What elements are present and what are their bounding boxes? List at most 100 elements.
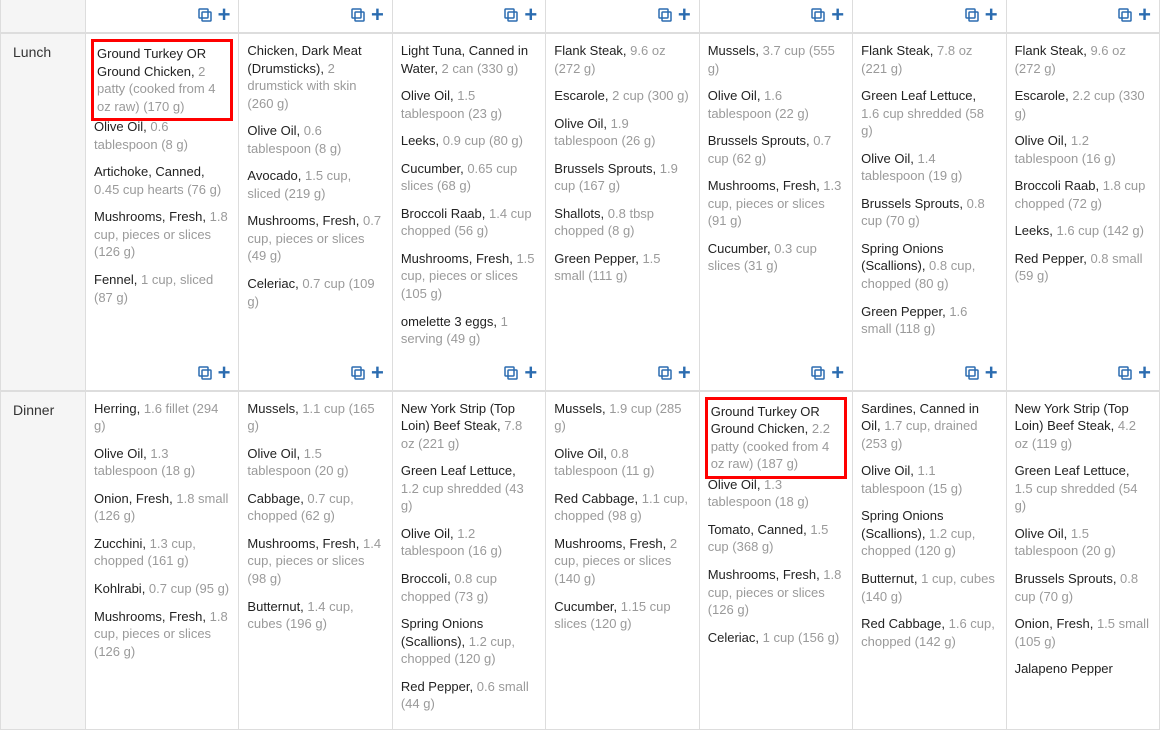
food-item[interactable]: Zucchini, 1.3 cup, chopped (161 g) — [94, 535, 230, 570]
food-item[interactable]: Broccoli, 0.8 cup chopped (73 g) — [401, 570, 537, 605]
plus-icon[interactable]: + — [371, 362, 384, 384]
food-item[interactable]: Olive Oil, 1.3 tablespoon (18 g) — [708, 476, 844, 511]
food-item[interactable]: Brussels Sprouts, 0.8 cup (70 g) — [1015, 570, 1151, 605]
plus-icon[interactable]: + — [524, 4, 537, 26]
food-item[interactable]: Shallots, 0.8 tbsp chopped (8 g) — [554, 205, 690, 240]
copy-icon[interactable] — [963, 364, 981, 382]
food-item[interactable]: Mushrooms, Fresh, 1.8 cup, pieces or sli… — [708, 566, 844, 619]
food-item[interactable]: Mushrooms, Fresh, 1.3 cup, pieces or sli… — [708, 177, 844, 230]
food-item[interactable]: Onion, Fresh, 1.5 small (105 g) — [1015, 615, 1151, 650]
food-item[interactable]: Brussels Sprouts, 0.7 cup (62 g) — [708, 132, 844, 167]
food-item[interactable]: Spring Onions (Scallions), 0.8 cup, chop… — [861, 240, 997, 293]
food-item[interactable]: Olive Oil, 1.5 tablespoon (20 g) — [1015, 525, 1151, 560]
copy-icon[interactable] — [656, 364, 674, 382]
food-item[interactable]: Avocado, 1.5 cup, sliced (219 g) — [247, 167, 383, 202]
food-item[interactable]: Spring Onions (Scallions), 1.2 cup, chop… — [401, 615, 537, 668]
copy-icon[interactable] — [502, 6, 520, 24]
food-item[interactable]: Herring, 1.6 fillet (294 g) — [94, 400, 230, 435]
food-item[interactable]: Red Cabbage, 1.1 cup, chopped (98 g) — [554, 490, 690, 525]
food-item[interactable]: Broccoli Raab, 1.4 cup chopped (56 g) — [401, 205, 537, 240]
food-item[interactable]: Spring Onions (Scallions), 1.2 cup, chop… — [861, 507, 997, 560]
food-item[interactable]: Olive Oil, 1.5 tablespoon (23 g) — [401, 87, 537, 122]
food-item[interactable]: Olive Oil, 1.9 tablespoon (26 g) — [554, 115, 690, 150]
food-item[interactable]: Olive Oil, 0.8 tablespoon (11 g) — [554, 445, 690, 480]
food-item[interactable]: Escarole, 2.2 cup (330 g) — [1015, 87, 1151, 122]
copy-icon[interactable] — [809, 6, 827, 24]
food-item[interactable]: Celeriac, 1 cup (156 g) — [708, 629, 844, 647]
food-item[interactable]: Olive Oil, 1.2 tablespoon (16 g) — [1015, 132, 1151, 167]
food-item[interactable]: Kohlrabi, 0.7 cup (95 g) — [94, 580, 230, 598]
food-item[interactable]: Cucumber, 1.15 cup slices (120 g) — [554, 598, 690, 633]
food-item[interactable]: Green Leaf Lettuce, 1.5 cup shredded (54… — [1015, 462, 1151, 515]
food-item[interactable]: Olive Oil, 1.2 tablespoon (16 g) — [401, 525, 537, 560]
food-item[interactable]: Flank Steak, 7.8 oz (221 g) — [861, 42, 997, 77]
food-item[interactable]: Olive Oil, 0.6 tablespoon (8 g) — [247, 122, 383, 157]
plus-icon[interactable]: + — [1138, 4, 1151, 26]
food-item[interactable]: Mussels, 1.1 cup (165 g) — [247, 400, 383, 435]
food-item[interactable]: Broccoli Raab, 1.8 cup chopped (72 g) — [1015, 177, 1151, 212]
plus-icon[interactable]: + — [678, 362, 691, 384]
copy-icon[interactable] — [196, 6, 214, 24]
food-item[interactable]: Ground Turkey OR Ground Chicken, 2.2 pat… — [705, 397, 847, 479]
food-item[interactable]: Flank Steak, 9.6 oz (272 g) — [1015, 42, 1151, 77]
food-item[interactable]: Light Tuna, Canned in Water, 2 can (330 … — [401, 42, 537, 77]
plus-icon[interactable]: + — [524, 362, 537, 384]
food-item[interactable]: New York Strip (Top Loin) Beef Steak, 7.… — [401, 400, 537, 453]
copy-icon[interactable] — [349, 6, 367, 24]
food-item[interactable]: Brussels Sprouts, 0.8 cup (70 g) — [861, 195, 997, 230]
copy-icon[interactable] — [656, 6, 674, 24]
food-item[interactable]: Butternut, 1.4 cup, cubes (196 g) — [247, 598, 383, 633]
food-item[interactable]: Olive Oil, 1.4 tablespoon (19 g) — [861, 150, 997, 185]
food-item[interactable]: Brussels Sprouts, 1.9 cup (167 g) — [554, 160, 690, 195]
food-item[interactable]: Mushrooms, Fresh, 2 cup, pieces or slice… — [554, 535, 690, 588]
copy-icon[interactable] — [349, 364, 367, 382]
copy-icon[interactable] — [1116, 6, 1134, 24]
food-item[interactable]: Ground Turkey OR Ground Chicken, 2 patty… — [91, 39, 233, 121]
food-item[interactable]: Red Pepper, 0.6 small (44 g) — [401, 678, 537, 713]
food-item[interactable]: Mushrooms, Fresh, 1.8 cup, pieces or sli… — [94, 208, 230, 261]
plus-icon[interactable]: + — [371, 4, 384, 26]
food-item[interactable]: Olive Oil, 1.3 tablespoon (18 g) — [94, 445, 230, 480]
food-item[interactable]: Escarole, 2 cup (300 g) — [554, 87, 690, 105]
food-item[interactable]: Green Leaf Lettuce, 1.2 cup shredded (43… — [401, 462, 537, 515]
plus-icon[interactable]: + — [985, 4, 998, 26]
food-item[interactable]: Flank Steak, 9.6 oz (272 g) — [554, 42, 690, 77]
food-item[interactable]: Mussels, 3.7 cup (555 g) — [708, 42, 844, 77]
plus-icon[interactable]: + — [1138, 362, 1151, 384]
food-item[interactable]: Olive Oil, 0.6 tablespoon (8 g) — [94, 118, 230, 153]
copy-icon[interactable] — [502, 364, 520, 382]
food-item[interactable]: Jalapeno Pepper — [1015, 660, 1151, 678]
food-item[interactable]: Olive Oil, 1.1 tablespoon (15 g) — [861, 462, 997, 497]
food-item[interactable]: Green Leaf Lettuce, 1.6 cup shredded (58… — [861, 87, 997, 140]
plus-icon[interactable]: + — [831, 4, 844, 26]
food-item[interactable]: Leeks, 0.9 cup (80 g) — [401, 132, 537, 150]
food-item[interactable]: Green Pepper, 1.5 small (111 g) — [554, 250, 690, 285]
food-item[interactable]: Tomato, Canned, 1.5 cup (368 g) — [708, 521, 844, 556]
copy-icon[interactable] — [196, 364, 214, 382]
food-item[interactable]: New York Strip (Top Loin) Beef Steak, 4.… — [1015, 400, 1151, 453]
food-item[interactable]: omelette 3 eggs, 1 serving (49 g) — [401, 313, 537, 348]
food-item[interactable]: Cucumber, 0.65 cup slices (68 g) — [401, 160, 537, 195]
copy-icon[interactable] — [1116, 364, 1134, 382]
food-item[interactable]: Olive Oil, 1.6 tablespoon (22 g) — [708, 87, 844, 122]
food-item[interactable]: Red Pepper, 0.8 small (59 g) — [1015, 250, 1151, 285]
copy-icon[interactable] — [963, 6, 981, 24]
plus-icon[interactable]: + — [678, 4, 691, 26]
food-item[interactable]: Cucumber, 0.3 cup slices (31 g) — [708, 240, 844, 275]
food-item[interactable]: Chicken, Dark Meat (Drumsticks), 2 drums… — [247, 42, 383, 112]
plus-icon[interactable]: + — [985, 362, 998, 384]
food-item[interactable]: Onion, Fresh, 1.8 small (126 g) — [94, 490, 230, 525]
food-item[interactable]: Artichoke, Canned, 0.45 cup hearts (76 g… — [94, 163, 230, 198]
food-item[interactable]: Sardines, Canned in Oil, 1.7 cup, draine… — [861, 400, 997, 453]
food-item[interactable]: Mussels, 1.9 cup (285 g) — [554, 400, 690, 435]
food-item[interactable]: Red Cabbage, 1.6 cup, chopped (142 g) — [861, 615, 997, 650]
food-item[interactable]: Mushrooms, Fresh, 1.8 cup, pieces or sli… — [94, 608, 230, 661]
food-item[interactable]: Olive Oil, 1.5 tablespoon (20 g) — [247, 445, 383, 480]
plus-icon[interactable]: + — [831, 362, 844, 384]
food-item[interactable]: Celeriac, 0.7 cup (109 g) — [247, 275, 383, 310]
food-item[interactable]: Green Pepper, 1.6 small (118 g) — [861, 303, 997, 338]
food-item[interactable]: Leeks, 1.6 cup (142 g) — [1015, 222, 1151, 240]
plus-icon[interactable]: + — [218, 362, 231, 384]
plus-icon[interactable]: + — [218, 4, 231, 26]
food-item[interactable]: Mushrooms, Fresh, 0.7 cup, pieces or sli… — [247, 212, 383, 265]
